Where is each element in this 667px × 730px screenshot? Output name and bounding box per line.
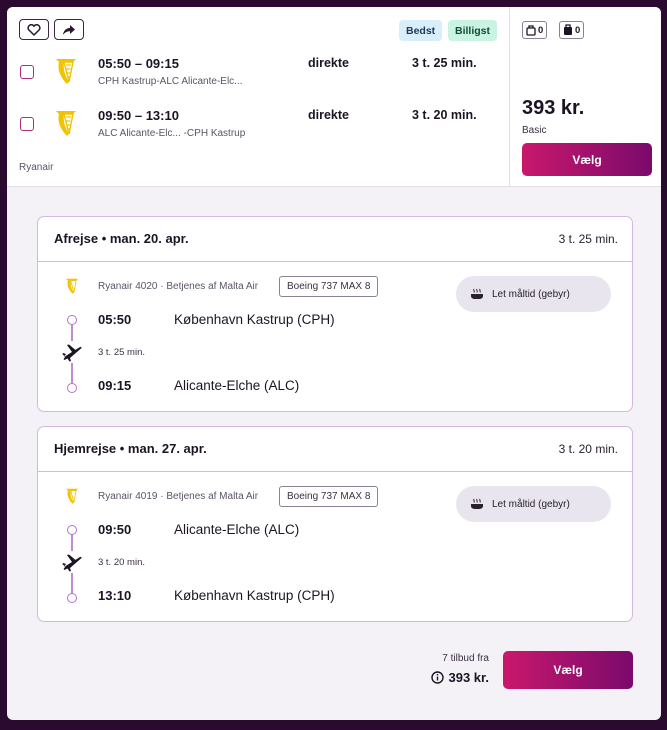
- select-button[interactable]: Vælg: [522, 143, 652, 176]
- meal-badge: Let måltid (gebyr): [456, 486, 611, 522]
- return-leg-details: Hjemrejse • man. 27. apr. 3 t. 20 min. R…: [37, 426, 633, 622]
- footer-price-value: 393 kr.: [448, 670, 490, 685]
- personal-bag-icon: [526, 25, 536, 36]
- return-route: ALC Alicante-Elc... -CPH Kastrup: [98, 128, 246, 139]
- meal-icon: [471, 498, 483, 509]
- return-checkbox[interactable]: [20, 117, 34, 131]
- departure-airport: København Kastrup (CPH): [174, 312, 335, 327]
- cheapest-badge: Billigst: [448, 20, 498, 41]
- arrival-airport: Alicante-Elche (ALC): [174, 378, 300, 393]
- offers-count: 7 tilbud fra: [442, 653, 489, 664]
- ryanair-harp-icon: [66, 488, 78, 504]
- footer-price: 393 kr.: [430, 670, 490, 685]
- flight-time: 3 t. 25 min.: [98, 347, 145, 358]
- return-duration: 3 t. 20 min.: [412, 108, 477, 122]
- meal-badge: Let måltid (gebyr): [456, 276, 611, 312]
- airplane-icon: [61, 341, 83, 363]
- cabin-bag-badge: 0: [559, 21, 585, 39]
- personal-item-count: 0: [538, 24, 544, 36]
- select-button-bottom[interactable]: Vælg: [503, 651, 633, 689]
- summary-segment-outbound: 05:50 – 09:15 CPH Kastrup-ALC Alicante-E…: [7, 56, 509, 102]
- outbound-duration: 3 t. 25 min.: [412, 56, 477, 70]
- leg-header: Afrejse • man. 20. apr. 3 t. 25 min.: [38, 217, 632, 262]
- summary-segment-return: 09:50 – 13:10 ALC Alicante-Elc... -CPH K…: [7, 108, 509, 154]
- itinerary-summary: Bedst Billigst 05:50 – 09:15 CPH Kastrup…: [7, 7, 509, 187]
- leg-title: Hjemrejse • man. 27. apr.: [54, 441, 207, 456]
- flight-operator: Ryanair 4019 · Betjenes af Malta Air: [98, 491, 259, 502]
- meal-label: Let måltid (gebyr): [492, 498, 570, 510]
- outbound-stops: direkte: [308, 56, 349, 70]
- personal-item-badge: 0: [522, 21, 548, 39]
- share-arrow-icon: [63, 24, 75, 35]
- departure-airport: Alicante-Elche (ALC): [174, 522, 300, 537]
- share-button[interactable]: [54, 19, 84, 40]
- return-stops: direkte: [308, 108, 349, 122]
- flight-time: 3 t. 20 min.: [98, 557, 145, 568]
- outbound-leg-details: Afrejse • man. 20. apr. 3 t. 25 min. Rya…: [37, 216, 633, 412]
- return-times: 09:50 – 13:10: [98, 108, 179, 123]
- total-price: 393 kr.: [522, 97, 585, 119]
- departure-time: 09:50: [98, 522, 132, 537]
- fare-type: Basic: [522, 125, 547, 136]
- ryanair-harp-icon: [56, 111, 76, 136]
- best-badge: Bedst: [399, 20, 443, 41]
- arrival-airport: København Kastrup (CPH): [174, 588, 335, 603]
- arrival-dot: [67, 593, 77, 603]
- flight-summary: Bedst Billigst 05:50 – 09:15 CPH Kastrup…: [7, 7, 661, 187]
- info-icon[interactable]: [430, 671, 444, 684]
- price-panel: 0 0 393 kr. Basic Vælg: [509, 7, 661, 187]
- outbound-times: 05:50 – 09:15: [98, 56, 179, 71]
- departure-dot: [67, 315, 77, 325]
- outbound-route: CPH Kastrup-ALC Alicante-Elc...: [98, 76, 243, 87]
- leg-title: Afrejse • man. 20. apr.: [54, 231, 189, 246]
- airplane-icon: [61, 551, 83, 573]
- ryanair-harp-icon: [66, 278, 78, 294]
- arrival-dot: [67, 383, 77, 393]
- aircraft-badge: Boeing 737 MAX 8: [279, 276, 379, 297]
- cabin-bag-icon: [564, 24, 572, 35]
- meal-icon: [471, 288, 483, 299]
- arrival-time: 09:15: [98, 378, 132, 393]
- favorite-button[interactable]: [19, 19, 49, 40]
- departure-time: 05:50: [98, 312, 132, 327]
- leg-duration: 3 t. 25 min.: [558, 232, 618, 246]
- flight-operator: Ryanair 4020 · Betjenes af Malta Air: [98, 281, 259, 292]
- outbound-checkbox[interactable]: [20, 65, 34, 79]
- departure-dot: [67, 525, 77, 535]
- arrival-time: 13:10: [98, 588, 132, 603]
- carrier-name: Ryanair: [19, 162, 54, 173]
- heart-icon: [27, 23, 41, 36]
- aircraft-badge: Boeing 737 MAX 8: [279, 486, 379, 507]
- ryanair-harp-icon: [56, 59, 76, 84]
- leg-duration: 3 t. 20 min.: [558, 442, 618, 456]
- leg-header: Hjemrejse • man. 27. apr. 3 t. 20 min.: [38, 427, 632, 472]
- flight-details-card: Bedst Billigst 05:50 – 09:15 CPH Kastrup…: [7, 7, 661, 720]
- cabin-bag-count: 0: [575, 24, 581, 36]
- meal-label: Let måltid (gebyr): [492, 288, 570, 300]
